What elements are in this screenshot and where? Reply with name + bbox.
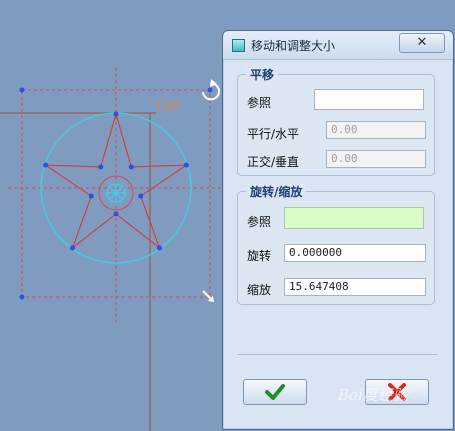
close-icon: ✕ (416, 35, 428, 50)
star-vertex-point (138, 193, 144, 199)
rotate-field[interactable]: 0.000000 (284, 244, 426, 262)
sketch-drawing[interactable] (0, 0, 225, 431)
rotate-scale-group-title: 旋转/缩放 (246, 183, 307, 200)
corner-handle-tr (207, 87, 213, 93)
ok-button[interactable] (243, 379, 307, 405)
sketch-canvas[interactable]: TOP (0, 0, 225, 431)
move-resize-dialog: 移动和调整大小 ✕ 平移 参照 平行/水平 0.00 正交/垂直 0.00 旋转… (222, 30, 454, 430)
dialog-title: 移动和调整大小 (251, 39, 336, 53)
dialog-app-icon (232, 39, 245, 52)
dialog-titlebar[interactable]: 移动和调整大小 ✕ (223, 31, 453, 60)
rotate-reference-field[interactable] (284, 207, 424, 229)
translate-group-title: 平移 (246, 66, 279, 83)
star-vertex-point (88, 193, 94, 199)
rotate-scale-group: 旋转/缩放 参照 旋转 0.000000 缩放 15.647408 (237, 183, 435, 305)
close-button[interactable]: ✕ (399, 33, 445, 53)
translate-reference-label: 参照 (247, 96, 272, 110)
star-vertex-point (43, 162, 49, 168)
star-vertex-point (113, 211, 119, 217)
checkmark-icon (265, 384, 285, 400)
rotate-reference-label: 参照 (247, 215, 272, 229)
dialog-separator (237, 354, 437, 355)
star-vertex-point (128, 164, 134, 170)
scale-label: 缩放 (247, 283, 272, 297)
star-vertex-point (113, 111, 119, 117)
corner-handle-tl (19, 87, 25, 93)
normal-label: 正交/垂直 (247, 155, 300, 169)
rotate-label: 旋转 (247, 249, 272, 263)
view-label-top: TOP (155, 100, 182, 115)
scale-field[interactable]: 15.647408 (284, 278, 426, 296)
watermark-text: Bai度经验 (338, 386, 408, 404)
star-vertex-point (70, 245, 76, 251)
star-vertex-point (98, 164, 104, 170)
star-vertex-point (183, 162, 189, 168)
parallel-field[interactable]: 0.00 (326, 121, 426, 139)
normal-field[interactable]: 0.00 (326, 150, 426, 168)
parallel-label: 平行/水平 (247, 127, 300, 141)
corner-handle-bl (19, 294, 25, 300)
translate-reference-field[interactable] (314, 89, 424, 110)
translate-group: 平移 参照 平行/水平 0.00 正交/垂直 0.00 (237, 66, 435, 176)
star-vertex-point (156, 245, 162, 251)
